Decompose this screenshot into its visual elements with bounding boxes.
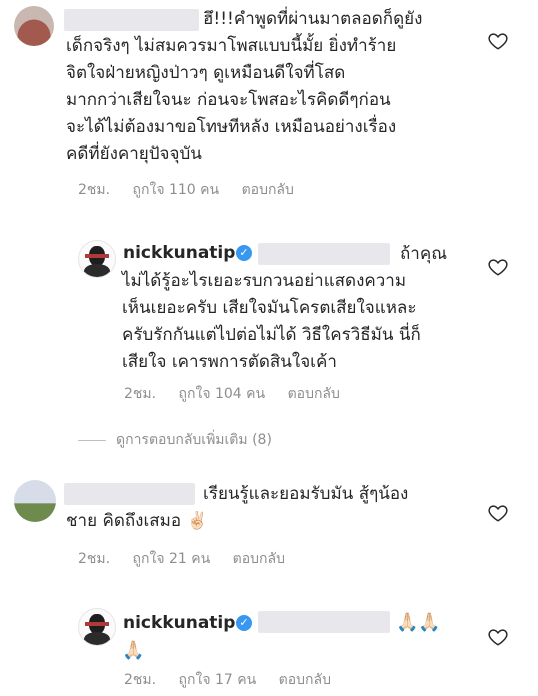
username[interactable]: nickkunatip	[123, 242, 235, 264]
comment-text: ฮึ!!!คำพูดที่ผ่านมาตลอดก็ดูยัง เด็กจริงๆ…	[66, 9, 423, 164]
likes-count[interactable]: ถูกใจ 110 คน	[133, 182, 220, 198]
reply-meta: 2ชม. ถูกใจ 17 คน ตอบกลับ	[124, 670, 349, 690]
commenter-avatar[interactable]	[14, 480, 56, 522]
comment-meta: 2ชม. ถูกใจ 21 คน ตอบกลับ	[78, 549, 303, 569]
username[interactable]: nickkunatip	[123, 612, 235, 634]
verified-badge-icon: ✓	[236, 615, 252, 631]
reply-link[interactable]: ตอบกลับ	[288, 386, 340, 402]
view-more-replies-label[interactable]: ดูการตอบกลับเพิ่มเติม (8)	[116, 432, 272, 448]
reply-meta: 2ชม. ถูกใจ 104 คน ตอบกลับ	[124, 384, 358, 404]
reply-text: 🙏🏻🙏🏻	[396, 612, 441, 633]
comment-time: 2ชม.	[78, 182, 111, 198]
comment-time: 2ชม.	[124, 672, 157, 688]
redacted-mention	[258, 611, 390, 633]
comment-text: เรียนรู้และยอมรับมัน สู้ๆน้อง ชาย คิดถึง…	[66, 484, 409, 531]
reply-text: ถ้าคุณ	[400, 244, 447, 264]
verified-badge-icon: ✓	[236, 245, 252, 261]
view-more-replies[interactable]: ดูการตอบกลับเพิ่มเติม (8)	[78, 430, 272, 450]
reply-text-cont: ไม่ได้รู้อะไรเยอะรบกวนอย่าแสดงความ เห็นเ…	[122, 271, 421, 372]
reply-link[interactable]: ตอบกลับ	[279, 672, 331, 688]
heart-icon[interactable]	[487, 502, 509, 524]
redacted-mention	[258, 243, 390, 265]
likes-count[interactable]: ถูกใจ 17 คน	[179, 672, 257, 688]
reply-link[interactable]: ตอบกลับ	[233, 551, 285, 567]
nickkunatip-avatar[interactable]	[78, 608, 116, 646]
reply-link[interactable]: ตอบกลับ	[242, 182, 294, 198]
likes-count[interactable]: ถูกใจ 21 คน	[133, 551, 211, 567]
comment-time: 2ชม.	[124, 386, 157, 402]
comment-meta: 2ชม. ถูกใจ 110 คน ตอบกลับ	[78, 180, 312, 200]
commenter-avatar[interactable]	[14, 6, 54, 46]
likes-count[interactable]: ถูกใจ 104 คน	[179, 386, 266, 402]
heart-icon[interactable]	[487, 626, 509, 648]
comment-time: 2ชม.	[78, 551, 111, 567]
heart-icon[interactable]	[487, 256, 509, 278]
heart-icon[interactable]	[487, 30, 509, 52]
reply-text-cont: 🙏🏻	[122, 640, 145, 661]
nickkunatip-avatar[interactable]	[78, 240, 116, 278]
